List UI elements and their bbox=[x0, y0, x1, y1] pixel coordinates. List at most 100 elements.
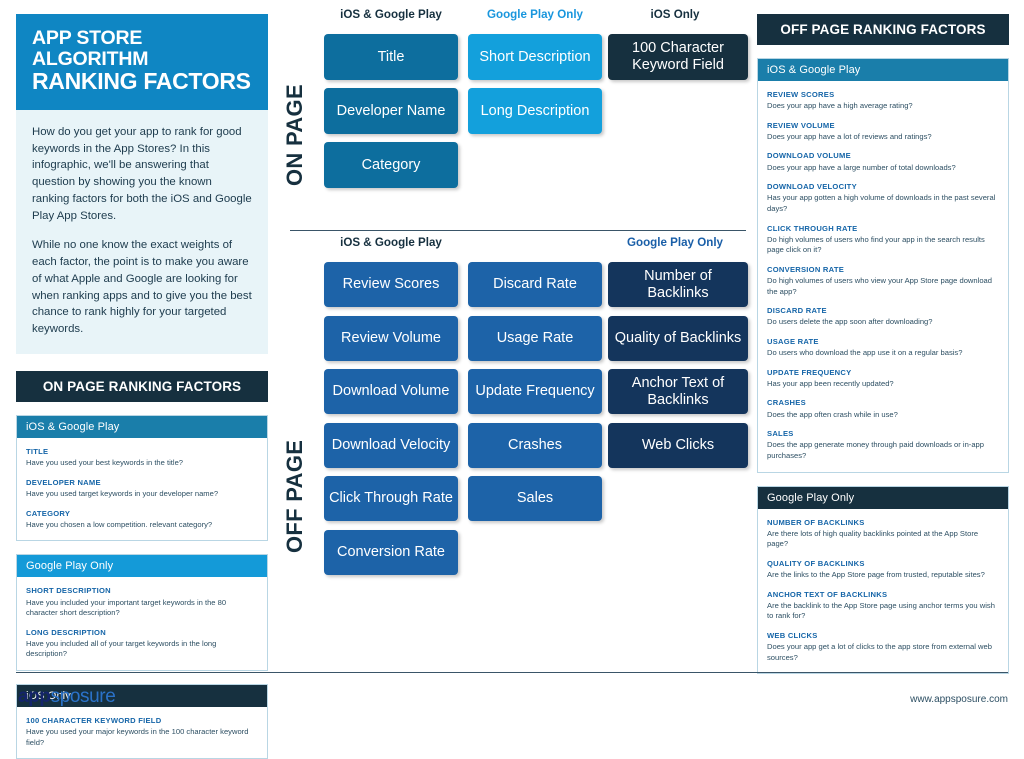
panel-body: REVIEW SCORES Does your app have a high a… bbox=[758, 81, 1008, 472]
factor-item: TITLE Have you used your best keywords in… bbox=[26, 447, 258, 469]
factor-description: Does your app have a lot of reviews and … bbox=[767, 131, 932, 141]
page-title-line1: APP STORE ALGORITHM bbox=[32, 27, 149, 70]
factor-description: Has your app gotten a high volume of dow… bbox=[767, 193, 996, 213]
factor-item: WEB CLICKS Does your app get a lot of cli… bbox=[767, 631, 999, 663]
factor-title: ANCHOR TEXT OF BACKLINKS bbox=[767, 589, 888, 599]
factor-box: Conversion Rate bbox=[324, 529, 458, 575]
factor-description: Does your app have a high average rating… bbox=[767, 101, 913, 111]
middle-column: ON PAGE iOS & Google Play Google Play On… bbox=[278, 8, 748, 588]
on-page-column-headers: iOS & Google Play Google Play Only iOS O… bbox=[278, 8, 746, 30]
intro-panel: How do you get your app to rank for good… bbox=[16, 109, 268, 355]
factor-item: QUALITY OF BACKLINKS Are the links to the… bbox=[767, 559, 999, 581]
factor-title: NUMBER OF BACKLINKS bbox=[767, 517, 865, 527]
factor-description: Do users delete the app soon after downl… bbox=[767, 317, 933, 327]
logo-text-sposure: sposure bbox=[50, 686, 116, 707]
factor-item: REVIEW SCORES Does your app have a high a… bbox=[767, 90, 999, 112]
factor-item: USAGE RATE Do users who download the app … bbox=[767, 337, 999, 359]
factor-box: Usage Rate bbox=[468, 315, 602, 361]
footer-url: www.appsposure.com bbox=[910, 694, 1008, 705]
factor-description: Have you used your best keywords in the … bbox=[26, 458, 184, 468]
off-page-panel-list: iOS & Google Play REVIEW SCORES Does your … bbox=[757, 58, 1009, 675]
factor-item: SALES Does the app generate money through… bbox=[767, 429, 999, 461]
on-page-box-grid: Title Developer Name Category Short Descrip… bbox=[278, 30, 748, 218]
factor-title: DEVELOPER NAME bbox=[26, 477, 101, 487]
factor-title: UPDATE FREQUENCY bbox=[767, 367, 852, 377]
panel-heading: Google Play Only bbox=[17, 555, 267, 578]
factor-description: Has your app been recently updated? bbox=[767, 378, 894, 388]
factor-description: Have you included your important target … bbox=[26, 597, 227, 618]
factor-title: USAGE RATE bbox=[767, 337, 819, 347]
factor-description: Are the backlink to the App Store page u… bbox=[767, 600, 995, 621]
factor-title: DISCARD RATE bbox=[767, 306, 827, 316]
factor-box: Download Volume bbox=[324, 369, 458, 414]
panel-body: SHORT DESCRIPTION Have you included your … bbox=[17, 577, 267, 670]
off-page-section-header: OFF PAGE RANKING FACTORS bbox=[757, 14, 1009, 45]
panel-body: 100 CHARACTER KEYWORD FIELD Have you used… bbox=[17, 707, 267, 758]
factor-box: Number of Backlinks bbox=[608, 262, 748, 307]
logo-text-app: app bbox=[18, 686, 51, 707]
factor-item: CATEGORY Have you chosen a low competitio… bbox=[26, 509, 258, 531]
factor-panel: Google Play Only SHORT DESCRIPTION Have yo… bbox=[16, 554, 268, 672]
on-page-section-header: ON PAGE RANKING FACTORS bbox=[16, 371, 268, 403]
factor-panel: iOS & Google Play TITLE Have you used your… bbox=[16, 415, 268, 542]
factor-item: CRASHES Does the app often crash while in… bbox=[767, 398, 999, 420]
factor-description: Have you used your major keywords in the… bbox=[26, 727, 249, 747]
factor-description: Do high volumes of users who find your a… bbox=[767, 234, 985, 255]
factor-title: SHORT DESCRIPTION bbox=[26, 586, 111, 596]
factor-description: Do high volumes of users who view your A… bbox=[767, 276, 992, 296]
factor-item: 100 CHARACTER KEYWORD FIELD Have you used… bbox=[26, 716, 258, 748]
factor-box: Short Description bbox=[468, 34, 602, 80]
factor-title: TITLE bbox=[26, 447, 49, 457]
factor-title: CRASHES bbox=[767, 398, 806, 408]
factor-box: Crashes bbox=[468, 422, 602, 468]
factor-item: LONG DESCRIPTION Have you included all of… bbox=[26, 628, 258, 660]
factor-item: DEVELOPER NAME Have you used target keywo… bbox=[26, 478, 258, 500]
factor-box: Click Through Rate bbox=[324, 476, 458, 521]
left-column: APP STORE ALGORITHM RANKING FACTORS How … bbox=[16, 14, 268, 759]
factor-item: CLICK THROUGH RATE Do high volumes of use… bbox=[767, 224, 999, 256]
factor-title: WEB CLICKS bbox=[767, 631, 818, 641]
appsposure-logo: appsposure bbox=[18, 686, 116, 708]
factor-title: QUALITY OF BACKLINKS bbox=[767, 558, 865, 568]
factor-title: CONVERSION RATE bbox=[767, 264, 845, 274]
factor-description: Do users who download the app use it on … bbox=[767, 348, 963, 358]
panel-heading: Google Play Only bbox=[758, 486, 1008, 509]
factor-box: Download Velocity bbox=[324, 422, 458, 468]
intro-paragraph-2: While no one know the exact weights of e… bbox=[32, 238, 252, 336]
factor-title: REVIEW VOLUME bbox=[767, 120, 835, 130]
factor-box: Category bbox=[324, 142, 458, 188]
panel-body: NUMBER OF BACKLINKS Are there lots of hig… bbox=[758, 509, 1008, 674]
factor-item: DOWNLOAD VELOCITY Has your app gotten a h… bbox=[767, 182, 999, 214]
intro-paragraph-1: How do you get your app to rank for good… bbox=[32, 125, 252, 223]
infographic-page: APP STORE ALGORITHM RANKING FACTORS How … bbox=[0, 0, 1024, 759]
factor-item: DISCARD RATE Do users delete the app soon… bbox=[767, 306, 999, 328]
on-page-column-header-1: Google Play Only bbox=[487, 8, 583, 21]
factor-box: 100 Character Keyword Field bbox=[608, 34, 748, 80]
factor-description: Have you chosen a low competition. relev… bbox=[26, 519, 213, 529]
factor-item: ANCHOR TEXT OF BACKLINKS Are the backlink… bbox=[767, 590, 999, 622]
title-banner: APP STORE ALGORITHM RANKING FACTORS bbox=[16, 14, 268, 110]
right-column: OFF PAGE RANKING FACTORS iOS & Google Pl… bbox=[757, 14, 1009, 675]
factor-item: DOWNLOAD VOLUME Does your app have a larg… bbox=[767, 151, 999, 173]
factor-item: SHORT DESCRIPTION Have you included your … bbox=[26, 586, 258, 618]
page-title-line2: RANKING FACTORS bbox=[32, 68, 251, 95]
factor-box: Long Description bbox=[468, 88, 602, 134]
factor-description: Does the app often crash while in use? bbox=[767, 409, 898, 419]
on-page-column-header-0: iOS & Google Play bbox=[340, 8, 442, 21]
factor-item: CONVERSION RATE Do high volumes of users … bbox=[767, 265, 999, 297]
off-page-column-headers: iOS & Google Play Google Play Only bbox=[278, 236, 746, 258]
factor-description: Have you included all of your target key… bbox=[26, 638, 217, 659]
factor-box: Sales bbox=[468, 476, 602, 521]
factor-box: Quality of Backlinks bbox=[608, 315, 748, 361]
off-page-box-grid: Review Scores Review Volume Download Volum… bbox=[278, 258, 748, 588]
factor-title: DOWNLOAD VOLUME bbox=[767, 151, 851, 161]
factor-description: Does your app have a large number of tot… bbox=[767, 162, 956, 172]
factor-title: SALES bbox=[767, 429, 794, 439]
footer-divider bbox=[16, 672, 1008, 673]
panel-heading: iOS & Google Play bbox=[17, 416, 267, 439]
panel-body: TITLE Have you used your best keywords in… bbox=[17, 438, 267, 540]
factor-title: CATEGORY bbox=[26, 508, 71, 518]
factor-item: UPDATE FREQUENCY Has your app been recent… bbox=[767, 368, 999, 390]
factor-box: Anchor Text of Backlinks bbox=[608, 369, 748, 414]
factor-box: Review Volume bbox=[324, 315, 458, 361]
